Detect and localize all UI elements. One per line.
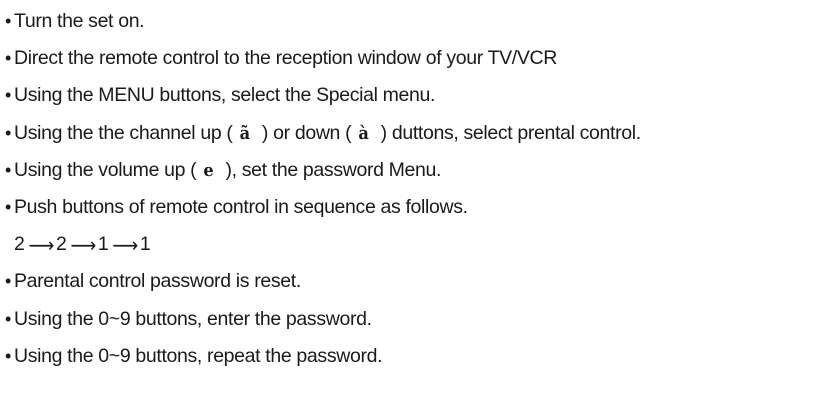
arrow-right-icon: ⟶	[28, 232, 55, 257]
sequence-key: 1	[97, 233, 109, 256]
volume-up-icon: e	[203, 159, 214, 181]
list-item: • Using the MENU buttons, select the Spe…	[5, 77, 833, 114]
step-text: Parental control password is reset.	[14, 270, 301, 293]
bullet: •	[5, 11, 11, 32]
arrow-right-icon: ⟶	[112, 232, 138, 257]
step-text: Using the 0~9 buttons, enter the passwor…	[14, 307, 372, 330]
instruction-list: • Turn the set on. • Direct the remote c…	[5, 3, 833, 375]
button-sequence: 2 ⟶ 2 ⟶ 1 ⟶ 1	[5, 226, 833, 263]
step-text: Using the 0~9 buttons, repeat the passwo…	[14, 344, 383, 367]
sequence-key: 2	[14, 233, 25, 256]
bullet: •	[5, 159, 11, 180]
list-item: • Using the 0~9 buttons, enter the passw…	[5, 301, 833, 338]
step-text-pre: Using the volume up (	[14, 158, 202, 181]
channel-down-icon: à	[358, 122, 369, 144]
sequence-key: 2	[55, 233, 67, 256]
step-text-post: ) duttons, select prental control.	[370, 121, 642, 144]
channel-up-icon: ã	[239, 122, 251, 144]
sequence-key: 1	[139, 233, 151, 256]
arrow-right-icon: ⟶	[70, 232, 96, 257]
list-item: • Using the the channel up ( ã ) or down…	[5, 115, 833, 152]
step-text: Turn the set on.	[14, 10, 145, 33]
bullet: •	[5, 85, 11, 106]
step-text-pre: Using the the channel up (	[14, 121, 238, 144]
bullet: •	[5, 197, 11, 218]
list-item: • Turn the set on.	[5, 3, 833, 40]
list-item: • Using the volume up ( e ), set the pas…	[5, 152, 833, 189]
bullet: •	[5, 308, 11, 329]
step-text-post: ), set the password Menu.	[215, 158, 442, 181]
bullet: •	[5, 48, 11, 69]
list-item: • Using the 0~9 buttons, repeat the pass…	[5, 338, 833, 375]
list-item: • Push buttons of remote control in sequ…	[5, 189, 833, 226]
bullet: •	[5, 271, 11, 292]
step-text-mid: ) or down (	[251, 121, 357, 144]
step-text: Direct the remote control to the recepti…	[14, 47, 557, 70]
list-item: • Direct the remote control to the recep…	[5, 40, 833, 77]
step-text: Using the MENU buttons, select the Speci…	[14, 84, 436, 107]
bullet: •	[5, 345, 11, 366]
list-item: • Parental control password is reset.	[5, 263, 833, 300]
step-text: Push buttons of remote control in sequen…	[14, 196, 468, 219]
bullet: •	[5, 122, 11, 143]
